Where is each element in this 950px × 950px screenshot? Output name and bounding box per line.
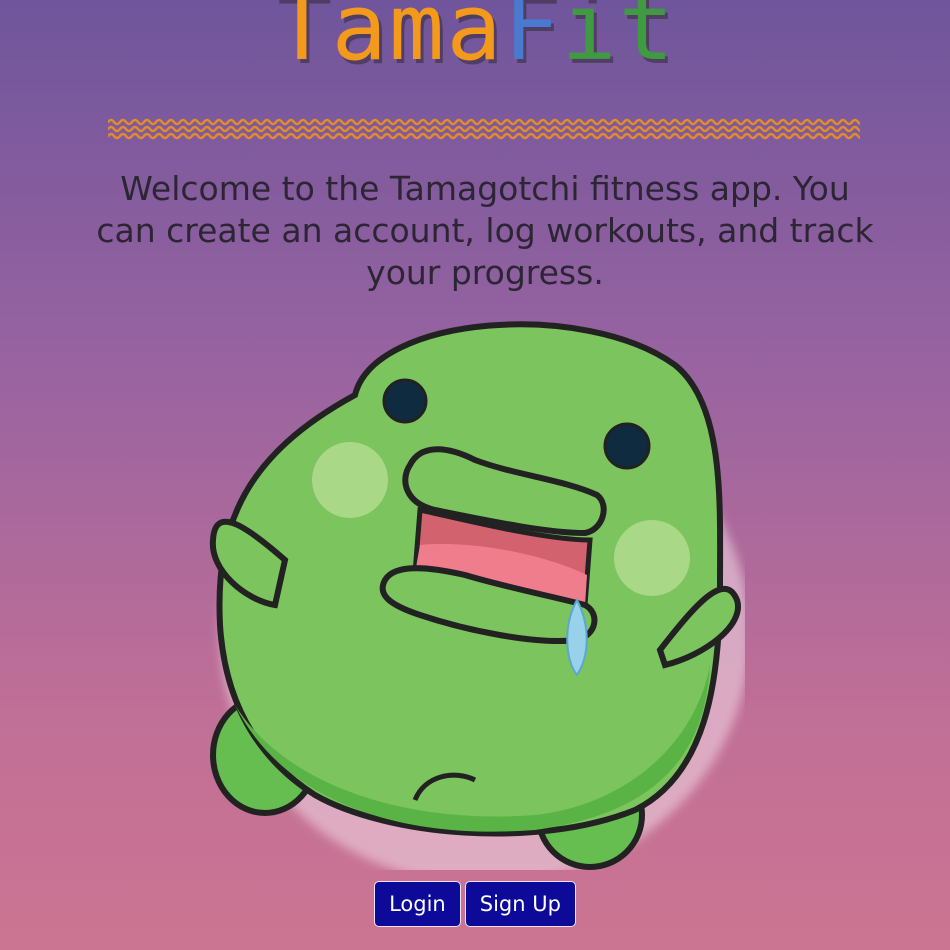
- wave-line: [108, 132, 860, 140]
- mascot-left-eye: [382, 378, 428, 424]
- logo-part-f: F: [503, 0, 562, 81]
- mascot-right-eye: [603, 422, 651, 470]
- wave-line: [108, 125, 860, 133]
- app-logo: TamaFit: [0, 0, 950, 74]
- auth-buttons: Login Sign Up: [0, 881, 950, 927]
- mascot-left-cheek: [312, 442, 388, 518]
- welcome-message: Welcome to the Tamagotchi fitness app. Y…: [96, 169, 874, 292]
- login-button[interactable]: Login: [374, 881, 461, 927]
- signup-button[interactable]: Sign Up: [464, 881, 576, 927]
- logo-part-it: it: [561, 0, 676, 81]
- wavy-divider: [108, 118, 860, 140]
- wave-line: [108, 118, 860, 126]
- mascot-right-cheek: [614, 520, 690, 596]
- logo-part-tama: Tama: [274, 0, 504, 81]
- tamagotchi-mascot-icon: [209, 321, 745, 870]
